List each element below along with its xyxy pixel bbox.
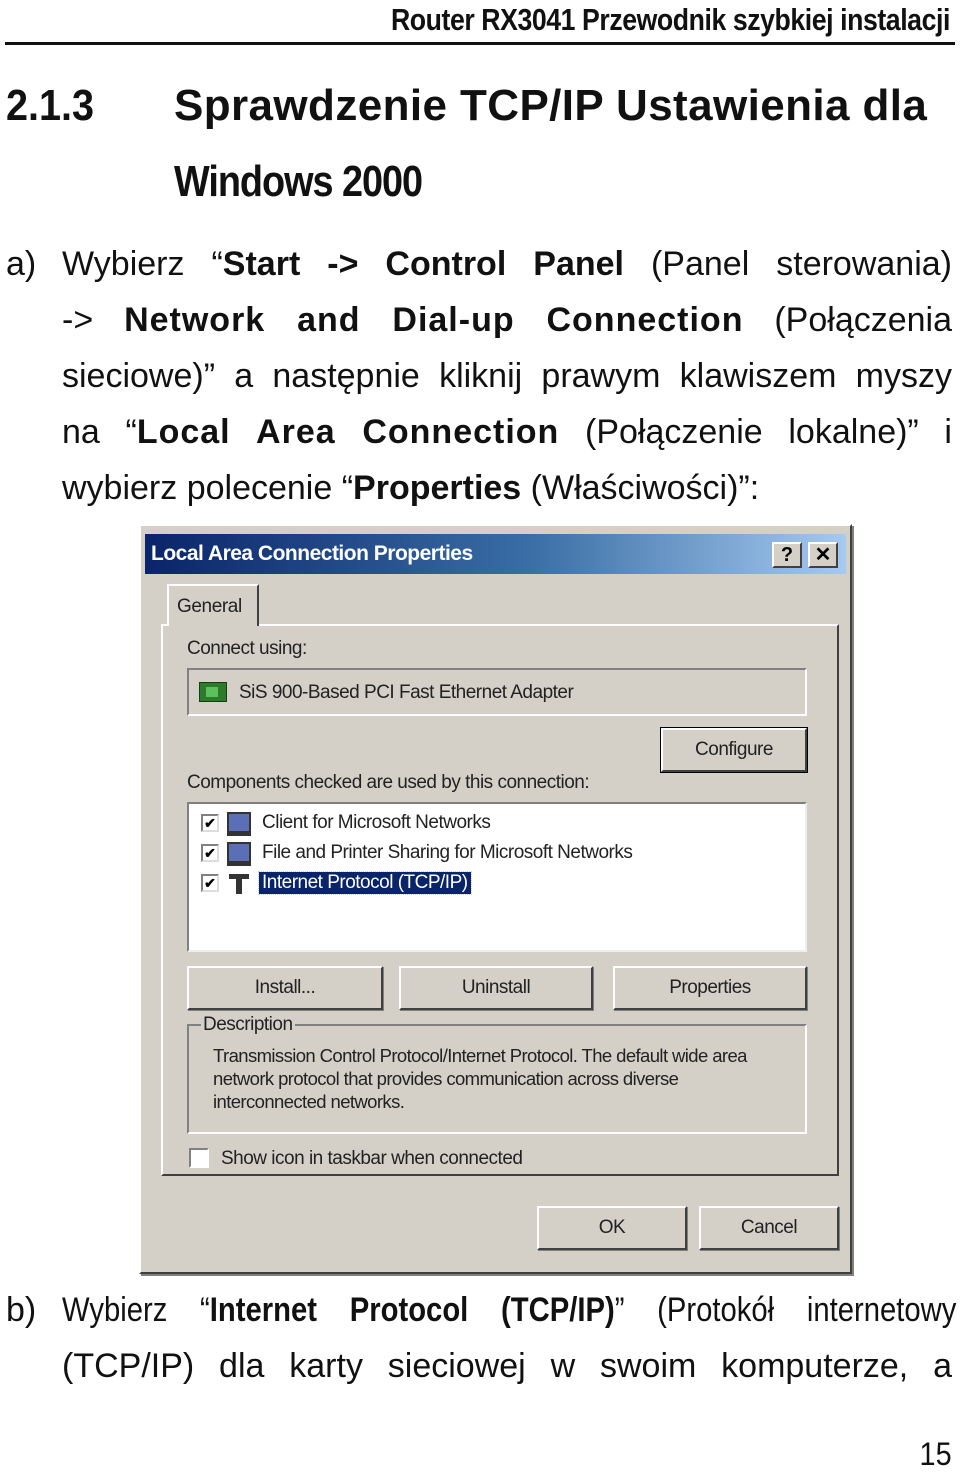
term-local-area-connection: Local Area Connection bbox=[136, 413, 560, 451]
file-printer-sharing-icon bbox=[227, 842, 251, 866]
step-b-marker: b) bbox=[6, 1291, 37, 1329]
component-label: Client for Microsoft Networks bbox=[262, 812, 491, 833]
adapter-field: SiS 900-Based PCI Fast Ethernet Adapter bbox=[187, 668, 807, 716]
step-a-line-1: Wybierz “Start -> Control Panel (Panel s… bbox=[62, 245, 952, 283]
step-a-line-4: na “Local Area Connection (Połączenie lo… bbox=[62, 413, 952, 451]
step-b-line-2: (TCP/IP) dla karty sieciowej w swoim kom… bbox=[62, 1347, 952, 1385]
help-icon: ? bbox=[780, 544, 794, 566]
page-number: 15 bbox=[919, 1436, 952, 1472]
ok-button[interactable]: OK bbox=[537, 1206, 687, 1250]
step-a-line-3: sieciowe)” a następnie kliknij prawym kl… bbox=[62, 357, 952, 395]
list-item[interactable]: ✔ File and Printer Sharing for Microsoft… bbox=[201, 840, 801, 868]
network-adapter-icon bbox=[199, 682, 227, 702]
help-button[interactable]: ? bbox=[772, 542, 802, 568]
adapter-name: SiS 900-Based PCI Fast Ethernet Adapter bbox=[239, 682, 574, 703]
component-label: File and Printer Sharing for Microsoft N… bbox=[262, 842, 633, 863]
properties-button[interactable]: Properties bbox=[613, 966, 807, 1010]
show-icon-checkbox[interactable] bbox=[189, 1148, 209, 1168]
running-header: Router RX3041 Przewodnik szybkiej instal… bbox=[391, 2, 950, 37]
menu-path-start-control-panel: Start -> Control Panel bbox=[222, 245, 624, 283]
connect-using-label: Connect using: bbox=[187, 638, 307, 659]
uninstall-button[interactable]: Uninstall bbox=[399, 966, 593, 1010]
dialog-titlebar[interactable]: Local Area Connection Properties ? ✕ bbox=[145, 534, 846, 574]
component-label: Internet Protocol (TCP/IP) bbox=[258, 871, 472, 895]
component-checkbox[interactable]: ✔ bbox=[201, 814, 219, 832]
term-internet-protocol: Internet Protocol (TCP/IP) bbox=[209, 1291, 615, 1329]
component-checkbox[interactable]: ✔ bbox=[201, 844, 219, 862]
step-a-line-2: -> Network and Dial-up Connection (Połąc… bbox=[62, 301, 953, 339]
step-a-line-5: wybierz polecenie “Properties (Właściwoś… bbox=[62, 469, 760, 507]
cancel-button[interactable]: Cancel bbox=[699, 1206, 839, 1250]
components-label: Components checked are used by this conn… bbox=[187, 772, 590, 793]
dialog-title: Local Area Connection Properties bbox=[151, 542, 473, 565]
section-title-continued: Windows 2000 bbox=[174, 157, 423, 206]
menu-path-network-dialup: Network and Dial-up Connection bbox=[124, 301, 744, 339]
install-button[interactable]: Install... bbox=[187, 966, 383, 1010]
description-text: Transmission Control Protocol/Internet P… bbox=[213, 1045, 747, 1112]
show-icon-label: Show icon in taskbar when connected bbox=[221, 1148, 523, 1169]
local-area-connection-properties-dialog: Local Area Connection Properties ? ✕ Gen… bbox=[139, 524, 852, 1274]
header-rule bbox=[5, 42, 955, 45]
section-number: 2.1.3 bbox=[6, 81, 95, 130]
configure-button[interactable]: Configure bbox=[660, 727, 808, 773]
list-item-selected[interactable]: ✔ Internet Protocol (TCP/IP) bbox=[201, 870, 801, 898]
step-a-marker: a) bbox=[6, 245, 37, 283]
step-b-line-1: Wybierz “Internet Protocol (TCP/IP)” (Pr… bbox=[62, 1291, 957, 1329]
description-legend: Description bbox=[201, 1014, 295, 1036]
close-button[interactable]: ✕ bbox=[808, 542, 838, 568]
term-properties: Properties bbox=[353, 469, 522, 507]
components-list[interactable]: ✔ Client for Microsoft Networks ✔ File a… bbox=[187, 802, 807, 952]
protocol-icon bbox=[227, 872, 251, 896]
component-checkbox[interactable]: ✔ bbox=[201, 874, 219, 892]
tab-general[interactable]: General bbox=[167, 584, 259, 626]
section-title: Sprawdzenie TCP/IP Ustawienia dla bbox=[174, 81, 928, 130]
close-icon: ✕ bbox=[814, 544, 832, 566]
list-item[interactable]: ✔ Client for Microsoft Networks bbox=[201, 810, 801, 838]
client-network-icon bbox=[227, 812, 251, 836]
